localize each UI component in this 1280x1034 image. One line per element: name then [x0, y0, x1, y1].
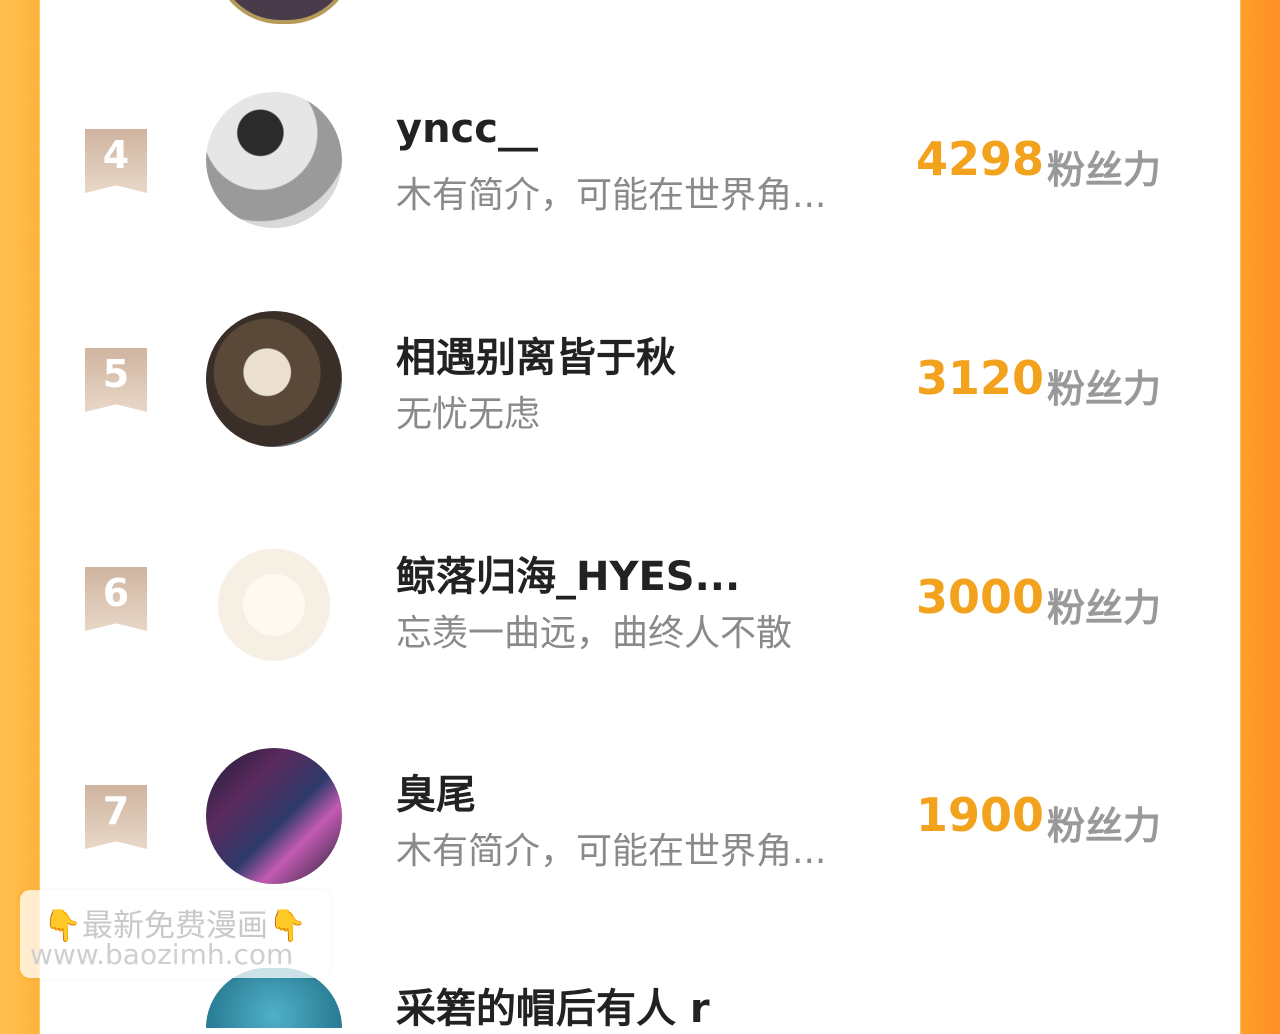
- list-item[interactable]: 7 臭尾 木有简介，可能在世界角... 1900 粉丝力: [0, 748, 1280, 898]
- rank-badge: 4: [85, 129, 147, 193]
- watermark-overlay: 👇最新免费漫画👇 www.baozimh.com: [20, 890, 330, 978]
- fan-score: 1900: [916, 788, 1045, 842]
- avatar[interactable]: [206, 748, 342, 884]
- list-item[interactable]: 5 相遇别离皆于秋 无忧无虑 3120 粉丝力: [0, 311, 1280, 461]
- avatar[interactable]: [206, 530, 342, 666]
- fan-score-unit: 粉丝力: [1047, 367, 1162, 411]
- user-name[interactable]: 相遇别离皆于秋: [396, 325, 676, 383]
- list-item[interactable]: 6 鲸落归海_HYES... 忘羡一曲远，曲终人不散 3000 粉丝力: [0, 530, 1280, 680]
- rank-badge: 6: [85, 567, 147, 631]
- rank-badge: 7: [85, 785, 147, 849]
- user-description: 忘羡一曲远，曲终人不散: [396, 613, 793, 654]
- user-name-partial[interactable]: 采箬的帽后有人 r: [396, 976, 710, 1034]
- watermark-url: www.baozimh.com: [30, 938, 294, 971]
- fan-score: 4298: [916, 132, 1045, 186]
- rank-badge: 5: [85, 348, 147, 412]
- fan-score-unit: 粉丝力: [1047, 586, 1162, 630]
- user-description: 无忧无虑: [396, 394, 541, 435]
- user-description: 木有简介，可能在世界角...: [396, 175, 827, 216]
- fan-score: 3120: [916, 351, 1045, 405]
- user-name[interactable]: yncc__: [396, 106, 538, 152]
- avatar[interactable]: [206, 311, 342, 447]
- fan-score-unit: 粉丝力: [1047, 148, 1162, 192]
- user-name[interactable]: 鲸落归海_HYES...: [396, 544, 740, 602]
- avatar[interactable]: [206, 92, 342, 228]
- fan-score: 3000: [916, 570, 1045, 624]
- user-description: 木有简介，可能在世界角...: [396, 831, 827, 872]
- user-name[interactable]: 臭尾: [396, 762, 476, 820]
- fan-score-unit: 粉丝力: [1047, 804, 1162, 848]
- list-item[interactable]: 4 yncc__ 木有简介，可能在世界角... 4298 粉丝力: [0, 92, 1280, 242]
